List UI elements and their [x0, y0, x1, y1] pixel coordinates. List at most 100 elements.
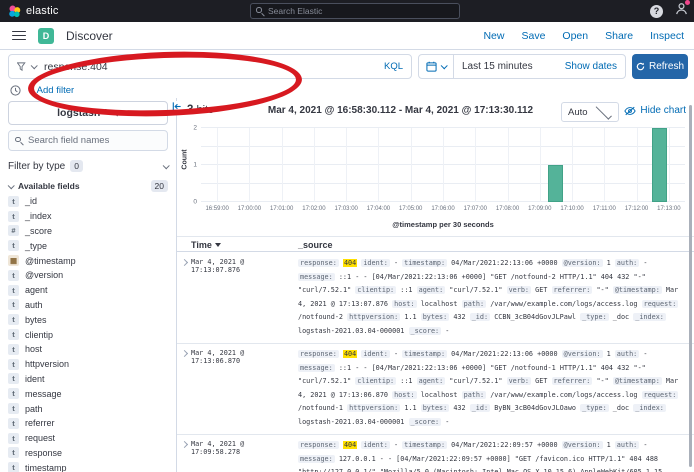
date-quick-menu-button[interactable]	[419, 55, 454, 78]
index-pattern-chevron-icon	[114, 109, 121, 116]
field-item-request[interactable]: trequest	[8, 431, 168, 446]
chart-time-range-title: Mar 4, 2021 @ 16:58:30.112 - Mar 4, 2021…	[257, 105, 544, 116]
vertical-scrollbar[interactable]	[689, 105, 692, 467]
nav-action-new[interactable]: New	[483, 30, 504, 42]
text-field-icon: t	[8, 388, 19, 399]
source-field-key: path:	[462, 391, 486, 399]
text-field-icon: t	[8, 462, 19, 472]
field-item-timestamp[interactable]: ttimestamp	[8, 460, 168, 472]
chart-bar-17:12:45[interactable]	[652, 128, 667, 202]
histogram-chart[interactable]: 012	[201, 128, 685, 202]
elastic-brand[interactable]: elastic	[8, 5, 59, 18]
field-item-response[interactable]: tresponse	[8, 446, 168, 461]
source-field-key: referrer:	[552, 286, 593, 294]
field-item-message[interactable]: t message	[8, 386, 168, 401]
field-item-version[interactable]: t@version	[8, 268, 168, 283]
field-item-referrer[interactable]: treferrer	[8, 416, 168, 431]
highlighted-value: 404	[343, 350, 357, 358]
notification-dot	[685, 0, 690, 5]
doc-table-rows: Mar 4, 2021 @ 17:13:07.876response: 404 …	[177, 253, 694, 472]
field-item-type[interactable]: t_type	[8, 238, 168, 253]
field-item-auth[interactable]: tauth	[8, 298, 168, 313]
collapse-sidebar-icon[interactable]	[171, 101, 182, 112]
interval-select[interactable]: Auto	[561, 102, 619, 122]
interval-value: Auto	[568, 107, 588, 118]
filter-by-type-control[interactable]: Filter by type 0	[8, 156, 168, 176]
query-language-button[interactable]: KQL	[384, 61, 403, 72]
refresh-icon	[636, 62, 645, 71]
chart-bar-17:09:30[interactable]	[548, 165, 563, 202]
help-icon[interactable]: ?	[650, 5, 663, 18]
source-field-key: bytes:	[421, 313, 450, 321]
field-name: host	[25, 344, 42, 354]
fields-list: t_idt_index#_scoret_type▦@timestampt@ver…	[8, 194, 168, 472]
field-item-host[interactable]: thost	[8, 342, 168, 357]
show-dates-button[interactable]: Show dates	[565, 61, 617, 72]
chart-v-gridline	[217, 128, 218, 202]
table-row[interactable]: Mar 4, 2021 @ 17:13:07.876response: 404 …	[177, 253, 694, 344]
user-menu-button[interactable]	[675, 2, 688, 20]
global-search-input[interactable]: Search Elastic	[250, 3, 460, 19]
field-item-score[interactable]: #_score	[8, 224, 168, 239]
field-name: @timestamp	[25, 256, 76, 266]
source-field-key: ident:	[361, 259, 390, 267]
index-pattern-select[interactable]: logstash-*	[8, 101, 168, 125]
field-item-index[interactable]: t_index	[8, 209, 168, 224]
table-row[interactable]: Mar 4, 2021 @ 17:13:06.870response: 404 …	[177, 344, 694, 435]
menu-icon[interactable]	[12, 28, 26, 43]
time-column-header[interactable]: Time	[191, 240, 221, 250]
page-title: Discover	[66, 29, 113, 43]
field-name: referrer	[25, 418, 55, 428]
field-item-httpversion[interactable]: thttpversion	[8, 357, 168, 372]
field-item-agent[interactable]: tagent	[8, 283, 168, 298]
chart-x-tick-label: 17:06:00	[431, 206, 454, 212]
expand-row-icon[interactable]	[181, 259, 188, 266]
expand-row-icon[interactable]	[181, 441, 188, 448]
saved-query-icon[interactable]	[10, 85, 21, 96]
nav-actions: New Save Open Share Inspect	[483, 30, 684, 42]
nav-action-share[interactable]: Share	[605, 30, 633, 42]
query-input[interactable]: response:404 KQL	[8, 54, 412, 79]
source-field-key: response:	[298, 441, 339, 449]
nav-action-open[interactable]: Open	[562, 30, 588, 42]
search-icon	[256, 7, 264, 15]
nav-action-save[interactable]: Save	[521, 30, 545, 42]
table-row[interactable]: Mar 4, 2021 @ 17:09:58.278response: 404 …	[177, 435, 694, 472]
source-field-key: clientip:	[355, 377, 396, 385]
chart-y-tick-label: 1	[193, 162, 197, 169]
field-name: message	[25, 389, 62, 399]
hide-chart-button[interactable]: Hide chart	[624, 105, 686, 116]
field-item-ident[interactable]: tident	[8, 372, 168, 387]
row-source: response: 404 ident: - timestamp: 04/Mar…	[298, 257, 684, 338]
field-item-id[interactable]: t_id	[8, 194, 168, 209]
field-search-input[interactable]: Search field names	[8, 130, 168, 151]
text-field-icon: t	[8, 314, 19, 325]
query-menu-chevron-icon[interactable]	[31, 62, 38, 69]
source-field-key: request:	[642, 391, 679, 399]
source-field-key: message:	[298, 273, 335, 281]
source-field-key: _type:	[580, 404, 609, 412]
field-item-bytes[interactable]: tbytes	[8, 312, 168, 327]
interval-chevron-icon	[595, 103, 612, 120]
field-item-path[interactable]: tpath	[8, 401, 168, 416]
source-field-key: _index:	[633, 404, 666, 412]
query-text[interactable]: response:404	[44, 61, 384, 73]
search-query-bar: response:404 KQL Last 15 minutes Show da…	[0, 50, 694, 82]
filter-bar: + Add filter	[0, 82, 694, 98]
time-range-value[interactable]: Last 15 minutes	[462, 61, 565, 72]
add-filter-button[interactable]: + Add filter	[29, 85, 74, 96]
filter-count-badge: 0	[70, 160, 83, 172]
available-fields-header[interactable]: Available fields 20	[8, 180, 168, 192]
field-item-clientip[interactable]: tclientip	[8, 327, 168, 342]
source-field-key: agent:	[417, 286, 446, 294]
source-field-key: @timestamp:	[613, 286, 662, 294]
field-item-timestamp[interactable]: ▦@timestamp	[8, 253, 168, 268]
refresh-button[interactable]: Refresh	[632, 54, 688, 79]
expand-row-icon[interactable]	[181, 350, 188, 357]
discover-app-badge[interactable]: D	[38, 28, 54, 44]
chart-x-tick-label: 17:09:00	[528, 206, 551, 212]
nav-action-inspect[interactable]: Inspect	[650, 30, 684, 42]
source-field-key: @version:	[562, 441, 603, 449]
row-time: Mar 4, 2021 @ 17:09:58.278	[191, 440, 295, 456]
source-field-key: timestamp:	[402, 350, 447, 358]
